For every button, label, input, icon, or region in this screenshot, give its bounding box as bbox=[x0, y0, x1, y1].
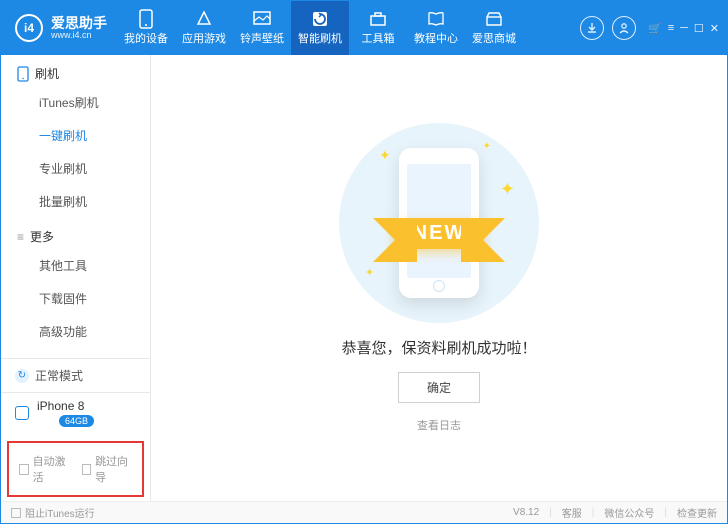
maximize-icon[interactable]: ☐ bbox=[694, 22, 704, 35]
auto-activate-checkbox[interactable]: 自动激活 bbox=[19, 453, 70, 485]
main-content: ✦ ✦ ✦ ✦ NEW 恭喜您，保资料刷机成功啦！ 确定 查看日志 bbox=[151, 55, 727, 501]
store-icon bbox=[485, 10, 503, 28]
device-name: iPhone 8 bbox=[37, 399, 94, 413]
apps-icon bbox=[195, 10, 213, 28]
success-message: 恭喜您，保资料刷机成功啦！ bbox=[341, 337, 536, 358]
cart-icon[interactable]: 🛒 bbox=[648, 22, 662, 35]
support-link[interactable]: 客服 bbox=[562, 505, 582, 520]
footer: 阻止iTunes运行 V8.12 | 客服 | 微信公众号 | 检查更新 bbox=[1, 501, 727, 523]
storage-badge: 64GB bbox=[59, 415, 94, 427]
app-logo: i4 爱思助手 www.i4.cn bbox=[1, 14, 117, 42]
block-itunes-checkbox[interactable]: 阻止iTunes运行 bbox=[11, 505, 95, 520]
brand-url: www.i4.cn bbox=[51, 30, 107, 40]
tab-toolbox[interactable]: 工具箱 bbox=[349, 1, 407, 55]
toolbox-icon bbox=[369, 10, 387, 28]
flash-icon bbox=[311, 10, 329, 28]
sidebar-section-more: ≡ 更多 bbox=[1, 218, 150, 249]
tab-apps[interactable]: 应用游戏 bbox=[175, 1, 233, 55]
brand-name: 爱思助手 bbox=[51, 16, 107, 30]
tab-flash[interactable]: 智能刷机 bbox=[291, 1, 349, 55]
tab-ringtones[interactable]: 铃声壁纸 bbox=[233, 1, 291, 55]
menu-icon[interactable]: ≡ bbox=[668, 22, 674, 34]
logo-badge-icon: i4 bbox=[15, 14, 43, 42]
sidebar: 刷机 iTunes刷机 一键刷机 专业刷机 批量刷机 ≡ 更多 其他工具 下载固… bbox=[1, 55, 151, 501]
sidebar-item-pro-flash[interactable]: 专业刷机 bbox=[1, 152, 150, 185]
device-icon bbox=[137, 10, 155, 28]
book-icon bbox=[427, 10, 445, 28]
top-tabs: 我的设备 应用游戏 铃声壁纸 智能刷机 工具箱 教程中心 爱思商城 bbox=[117, 1, 568, 55]
view-log-link[interactable]: 查看日志 bbox=[417, 417, 461, 433]
sidebar-item-download-firmware[interactable]: 下载固件 bbox=[1, 282, 150, 315]
mode-status[interactable]: ↻ 正常模式 bbox=[1, 358, 150, 392]
success-illustration: ✦ ✦ ✦ ✦ NEW bbox=[339, 123, 539, 323]
wechat-link[interactable]: 微信公众号 bbox=[604, 505, 654, 520]
ok-button[interactable]: 确定 bbox=[398, 372, 480, 403]
tab-store[interactable]: 爱思商城 bbox=[465, 1, 523, 55]
tab-my-device[interactable]: 我的设备 bbox=[117, 1, 175, 55]
check-update-link[interactable]: 检查更新 bbox=[677, 505, 717, 520]
star-icon: ✦ bbox=[500, 179, 515, 200]
close-icon[interactable]: ✕ bbox=[710, 22, 719, 35]
account-button[interactable] bbox=[612, 16, 636, 40]
window-controls: 🛒 ≡ ─ ☐ ✕ bbox=[648, 22, 727, 35]
sidebar-item-other-tools[interactable]: 其他工具 bbox=[1, 249, 150, 282]
sidebar-item-itunes-flash[interactable]: iTunes刷机 bbox=[1, 86, 150, 119]
phone-icon bbox=[17, 66, 29, 82]
device-pane[interactable]: iPhone 8 64GB bbox=[1, 392, 150, 435]
refresh-icon: ↻ bbox=[15, 369, 29, 383]
new-ribbon: NEW bbox=[349, 211, 529, 255]
star-icon: ✦ bbox=[365, 266, 374, 279]
download-manager-button[interactable] bbox=[580, 16, 604, 40]
sidebar-item-advanced[interactable]: 高级功能 bbox=[1, 315, 150, 348]
minimize-icon[interactable]: ─ bbox=[680, 22, 688, 34]
more-icon: ≡ bbox=[17, 230, 24, 244]
star-icon: ✦ bbox=[379, 147, 391, 164]
device-icon bbox=[15, 406, 29, 420]
sidebar-section-flash: 刷机 bbox=[1, 55, 150, 86]
options-pane: 自动激活 跳过向导 bbox=[7, 441, 144, 497]
sidebar-item-oneclick-flash[interactable]: 一键刷机 bbox=[1, 119, 150, 152]
tab-tutorials[interactable]: 教程中心 bbox=[407, 1, 465, 55]
wallpaper-icon bbox=[253, 10, 271, 28]
skip-guide-checkbox[interactable]: 跳过向导 bbox=[82, 453, 133, 485]
version-label: V8.12 bbox=[513, 507, 539, 518]
star-icon: ✦ bbox=[483, 141, 491, 152]
sidebar-item-batch-flash[interactable]: 批量刷机 bbox=[1, 185, 150, 218]
